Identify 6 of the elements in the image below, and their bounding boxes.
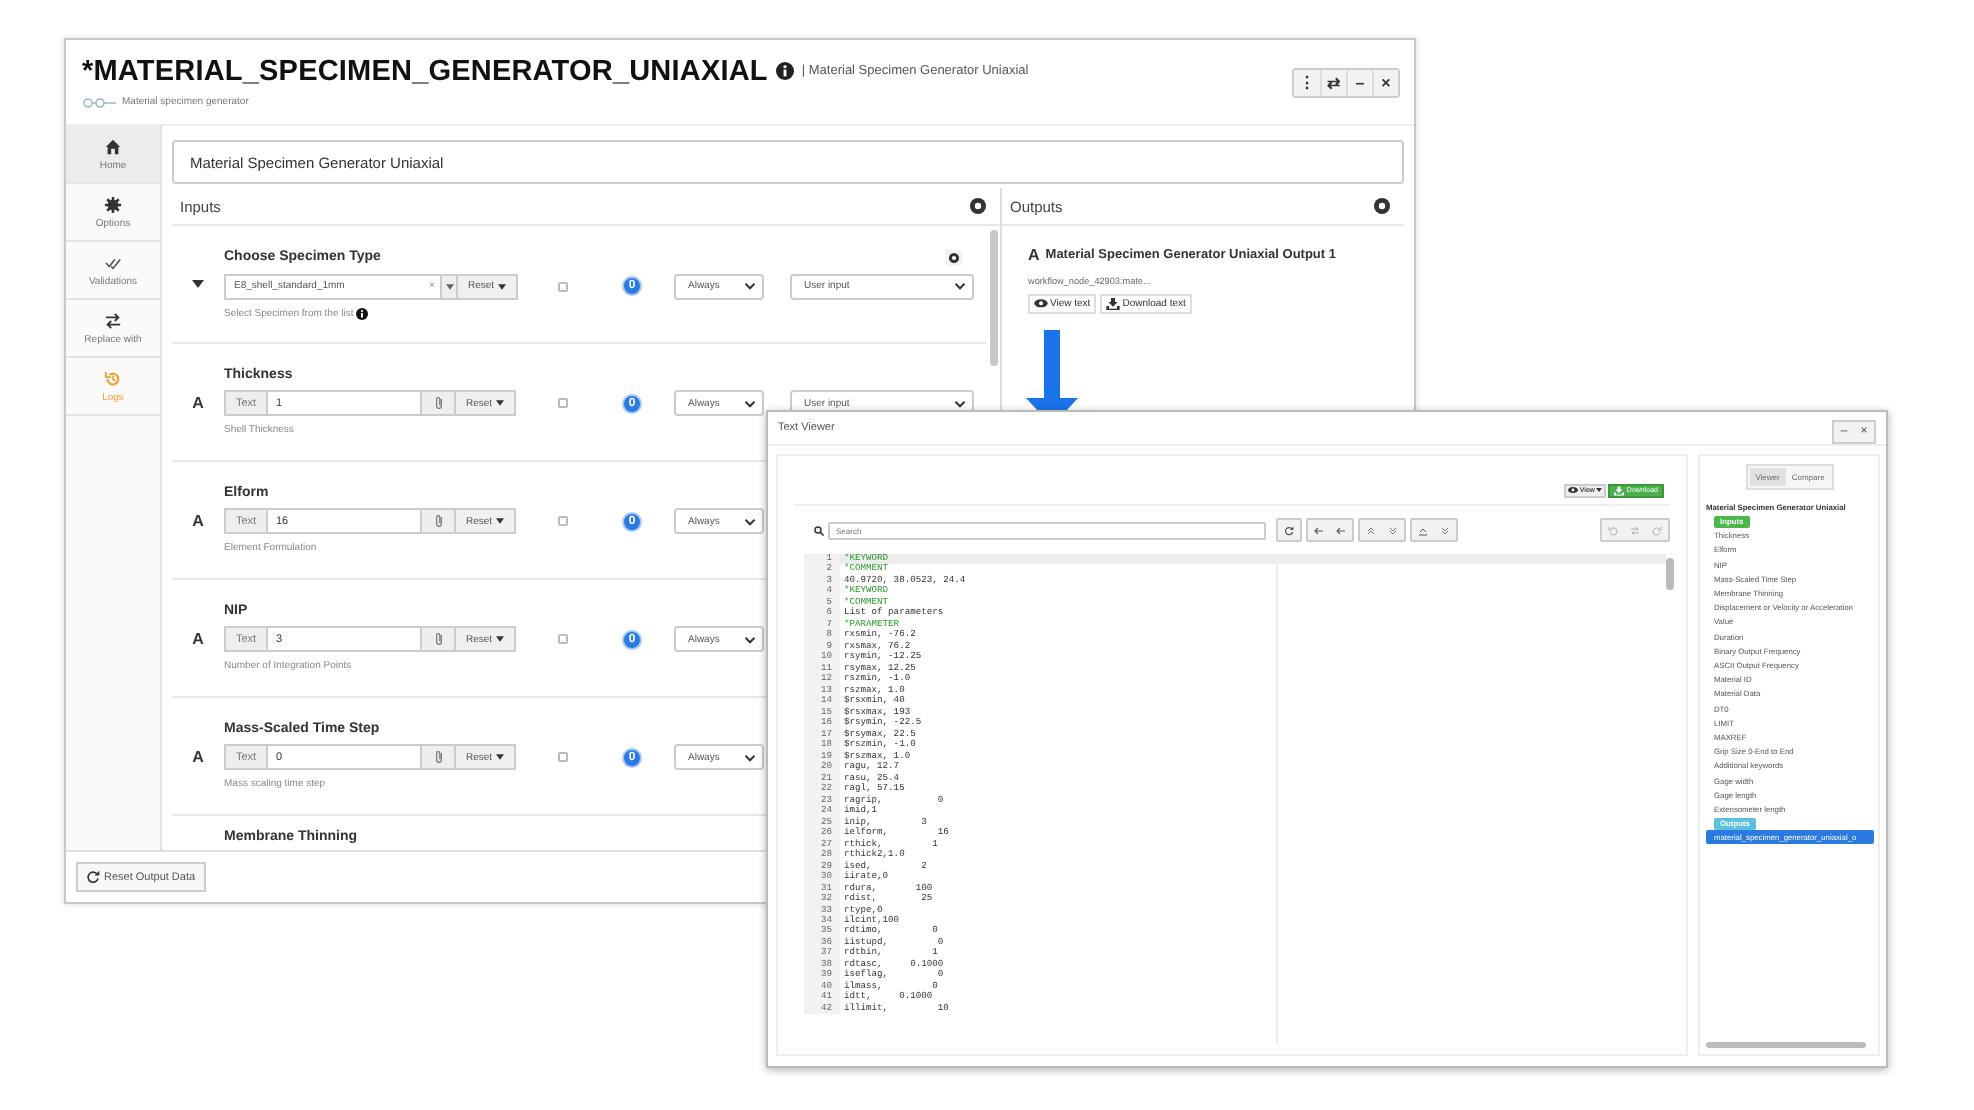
type-label: A	[192, 747, 204, 765]
type-label: A	[1028, 246, 1040, 264]
type-label: A	[192, 629, 204, 647]
window-title: *MATERIAL_SPECIMEN_GENERATOR_UNIAXIAL	[82, 55, 768, 87]
type-label: A	[192, 511, 204, 529]
type-label: A	[192, 393, 204, 411]
